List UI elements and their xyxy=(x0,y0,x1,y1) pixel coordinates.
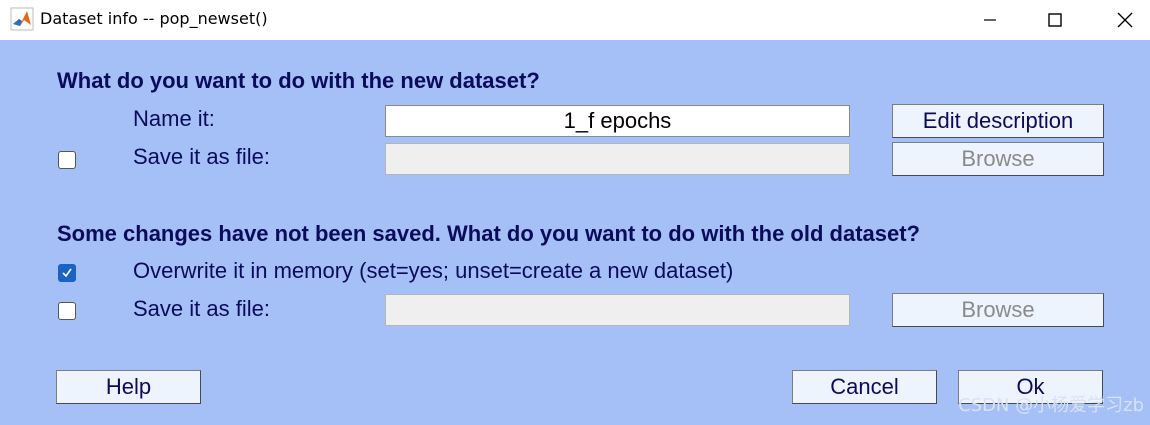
save-old-checkbox[interactable] xyxy=(58,302,76,320)
new-dataset-heading: What do you want to do with the new data… xyxy=(57,68,540,93)
name-label: Name it: xyxy=(133,106,215,131)
name-input[interactable] xyxy=(385,105,850,137)
close-icon xyxy=(1117,12,1133,28)
overwrite-label: Overwrite it in memory (set=yes; unset=c… xyxy=(133,258,734,283)
save-old-label: Save it as file: xyxy=(133,296,270,321)
matlab-icon xyxy=(10,7,34,31)
minimize-button[interactable] xyxy=(960,0,1020,40)
save-new-path-input xyxy=(385,143,850,175)
close-button[interactable] xyxy=(1095,0,1150,40)
dialog-body: What do you want to do with the new data… xyxy=(0,40,1150,425)
maximize-button[interactable] xyxy=(1025,0,1085,40)
minimize-icon xyxy=(984,19,996,21)
browse-new-button: Browse xyxy=(892,142,1104,176)
maximize-icon xyxy=(1048,13,1062,27)
old-dataset-heading: Some changes have not been saved. What d… xyxy=(57,221,920,246)
title-bar: Dataset info -- pop_newset() xyxy=(0,0,1150,40)
window-title: Dataset info -- pop_newset() xyxy=(40,9,268,28)
save-new-checkbox[interactable] xyxy=(58,151,76,169)
save-new-label: Save it as file: xyxy=(133,144,270,169)
help-button[interactable]: Help xyxy=(56,370,201,404)
checkmark-icon xyxy=(62,268,72,278)
watermark: CSDN @小杨爱学习zb xyxy=(958,395,1144,416)
overwrite-checkbox[interactable] xyxy=(58,264,76,282)
edit-description-button[interactable]: Edit description xyxy=(892,104,1104,138)
cancel-button[interactable]: Cancel xyxy=(792,370,937,404)
save-old-path-input xyxy=(385,294,850,326)
browse-old-button: Browse xyxy=(892,293,1104,327)
